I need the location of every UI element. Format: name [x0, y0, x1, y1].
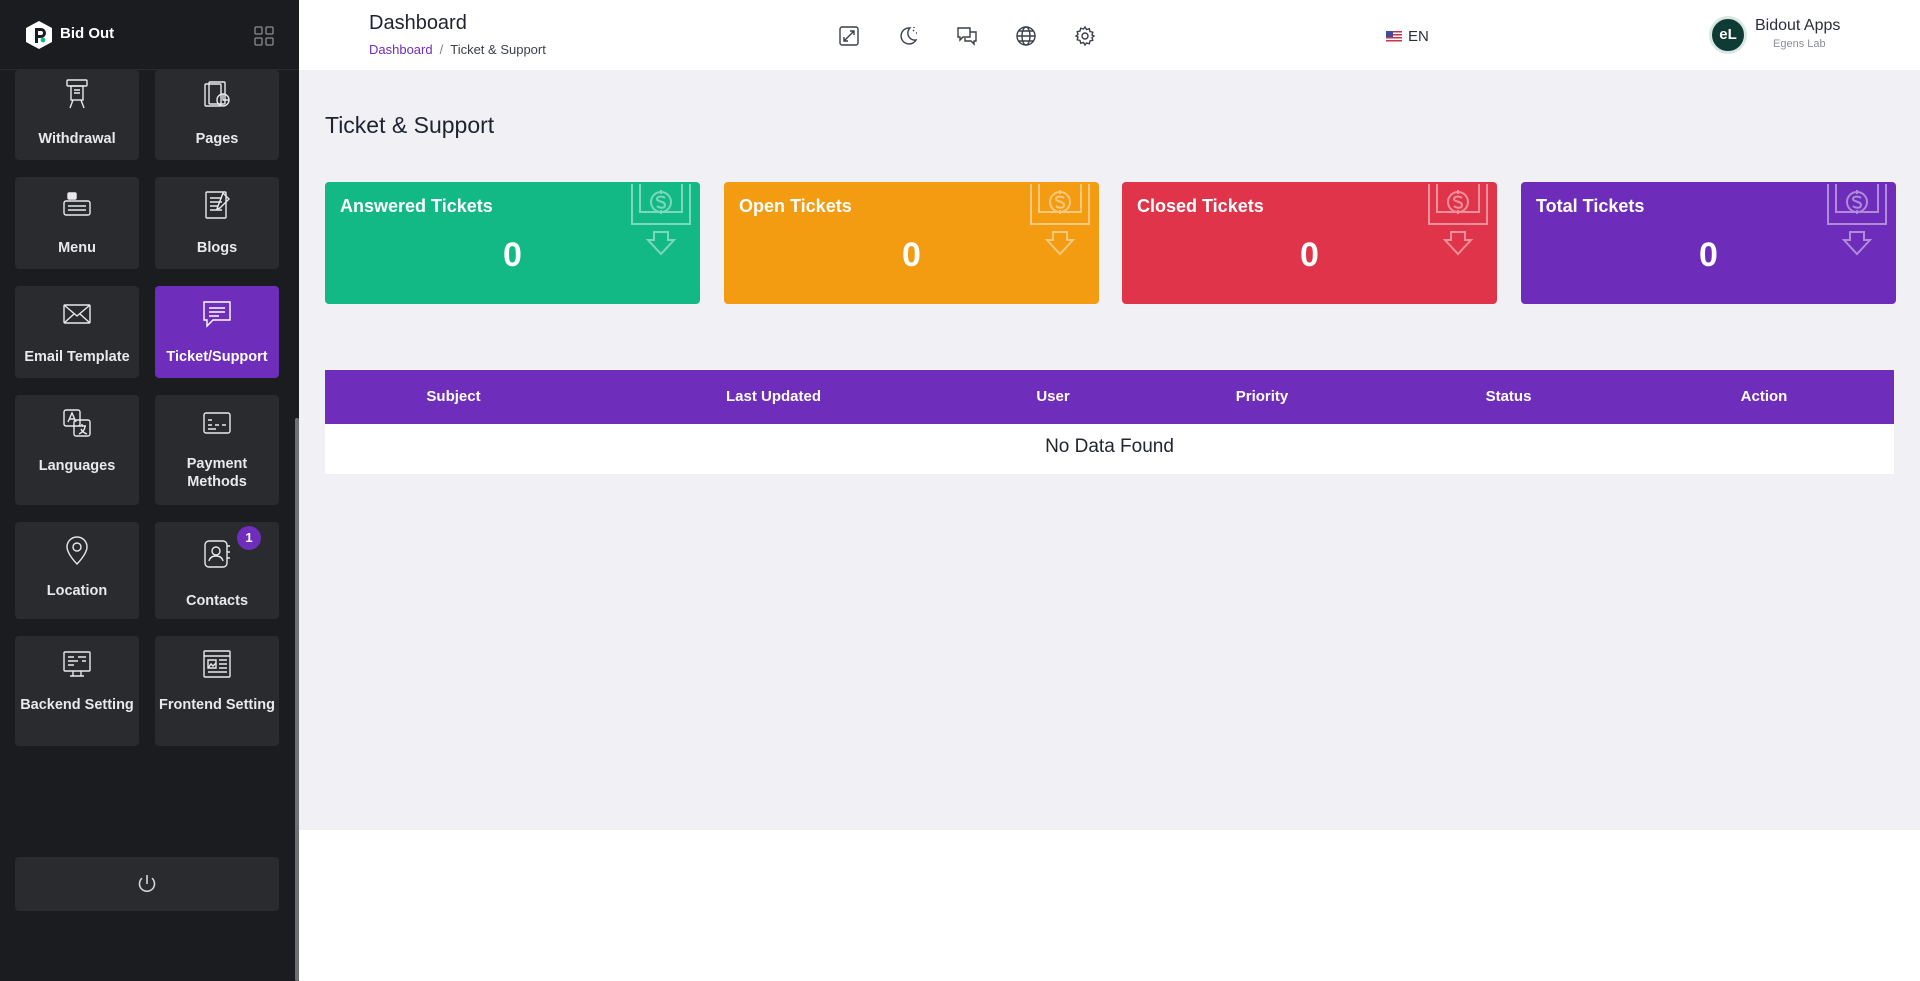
power-icon — [138, 875, 156, 893]
atm-withdraw-icon — [66, 79, 88, 109]
menu-icon — [63, 192, 91, 216]
brand-name[interactable]: Bid Out — [60, 25, 114, 42]
column-header-status[interactable]: Status — [1383, 370, 1634, 424]
table-header-row: Subject Last Updated User Priority Statu… — [325, 370, 1894, 424]
sidebar-item-label: Location — [46, 583, 108, 599]
pages-icon — [204, 81, 230, 107]
breadcrumb: Dashboard / Ticket & Support — [369, 42, 546, 57]
breadcrumb-separator: / — [439, 42, 444, 57]
stat-label: Open Tickets — [739, 196, 852, 216]
map-pin-icon — [66, 536, 88, 565]
top-header: Dashboard Dashboard / Ticket & Support EN … — [299, 0, 1920, 70]
sidebar-item-label: Contacts — [185, 593, 249, 609]
sidebar-item-email-template[interactable]: Email Template — [15, 286, 139, 378]
sidebar-item-label: Pages — [195, 131, 239, 147]
page-title: Dashboard — [369, 12, 467, 34]
money-withdraw-icon — [631, 184, 691, 256]
breadcrumb-current: Ticket & Support — [450, 42, 546, 57]
user-name: Bidout Apps — [1755, 17, 1841, 34]
sidebar-item-label: Ticket/Support — [166, 349, 268, 365]
stat-card-open: Open Tickets 0 — [724, 182, 1099, 304]
language-code: EN — [1408, 27, 1429, 45]
stat-card-total: Total Tickets 0 — [1521, 182, 1896, 304]
fullscreen-icon[interactable] — [838, 25, 860, 47]
money-withdraw-icon — [1428, 184, 1488, 256]
logout-button[interactable] — [15, 857, 279, 911]
brand-bar: Bid Out — [0, 0, 299, 70]
sidebar-item-label: Payment Methods — [186, 456, 248, 490]
column-header-user[interactable]: User — [965, 370, 1141, 424]
contacts-notification-badge: 1 — [237, 526, 261, 550]
main-content: Ticket & Support Answered Tickets 0 Open… — [299, 70, 1920, 830]
breadcrumb-dashboard-link[interactable]: Dashboard — [369, 42, 433, 57]
sidebar-item-withdrawal[interactable]: Withdrawal — [15, 70, 139, 160]
stat-card-closed: Closed Tickets 0 — [1122, 182, 1497, 304]
sidebar-item-ticket-support[interactable]: Ticket/Support — [155, 286, 279, 378]
sidebar-item-contacts[interactable]: 1 Contacts — [155, 522, 279, 619]
envelope-icon — [63, 304, 91, 324]
column-header-action[interactable]: Action — [1634, 370, 1894, 424]
stat-card-answered: Answered Tickets 0 — [325, 182, 700, 304]
column-header-last-updated[interactable]: Last Updated — [582, 370, 965, 424]
sidebar-item-backend-setting[interactable]: Backend Setting — [15, 636, 139, 746]
backend-monitor-icon — [63, 651, 91, 677]
avatar: eL — [1709, 16, 1747, 54]
section-title: Ticket & Support — [325, 112, 495, 138]
translate-icon — [63, 409, 91, 437]
brand-logo-icon[interactable] — [24, 20, 54, 50]
settings-gear-icon[interactable] — [1074, 25, 1096, 47]
payment-card-icon — [203, 412, 231, 434]
stat-label: Closed Tickets — [1137, 196, 1264, 216]
table-empty-message: No Data Found — [325, 424, 1894, 474]
sidebar-item-label: Languages — [38, 458, 116, 474]
sidebar-item-label: Menu — [58, 240, 96, 256]
globe-icon[interactable] — [1015, 25, 1037, 47]
sidebar: Bid Out Withdrawal Pages Menu Blogs Emai… — [0, 0, 299, 981]
column-header-subject[interactable]: Subject — [325, 370, 582, 424]
stat-label: Answered Tickets — [340, 196, 493, 216]
frontend-browser-icon — [203, 650, 231, 678]
sidebar-item-payment-methods[interactable]: Payment Methods — [155, 395, 279, 505]
sidebar-item-pages[interactable]: Pages — [155, 70, 279, 160]
sidebar-item-label: Withdrawal — [38, 131, 116, 147]
sidebar-item-blogs[interactable]: Blogs — [155, 177, 279, 269]
contact-book-icon — [204, 540, 230, 568]
sidebar-item-label: Frontend Setting — [159, 697, 275, 713]
column-header-priority[interactable]: Priority — [1141, 370, 1383, 424]
blog-icon — [205, 191, 230, 219]
sidebar-item-menu[interactable]: Menu — [15, 177, 139, 269]
sidebar-grid-toggle-icon[interactable] — [254, 26, 274, 46]
sidebar-item-label: Blogs — [196, 240, 238, 256]
sidebar-item-frontend-setting[interactable]: Frontend Setting — [155, 636, 279, 746]
sidebar-item-label: Backend Setting — [20, 697, 134, 713]
sidebar-item-languages[interactable]: Languages — [15, 395, 139, 505]
stat-label: Total Tickets — [1536, 196, 1645, 216]
money-withdraw-icon — [1827, 184, 1887, 256]
sidebar-item-label: Email Template — [24, 349, 130, 365]
sidebar-item-location[interactable]: Location — [15, 522, 139, 619]
tickets-table: Subject Last Updated User Priority Statu… — [325, 370, 1894, 474]
user-organization: Egens Lab — [1773, 38, 1826, 50]
money-withdraw-icon — [1030, 184, 1090, 256]
messages-icon[interactable] — [956, 25, 978, 47]
chat-icon — [203, 301, 231, 328]
us-flag-icon — [1386, 30, 1402, 42]
language-selector[interactable]: EN — [1386, 25, 1429, 47]
dark-mode-icon[interactable] — [897, 25, 919, 47]
